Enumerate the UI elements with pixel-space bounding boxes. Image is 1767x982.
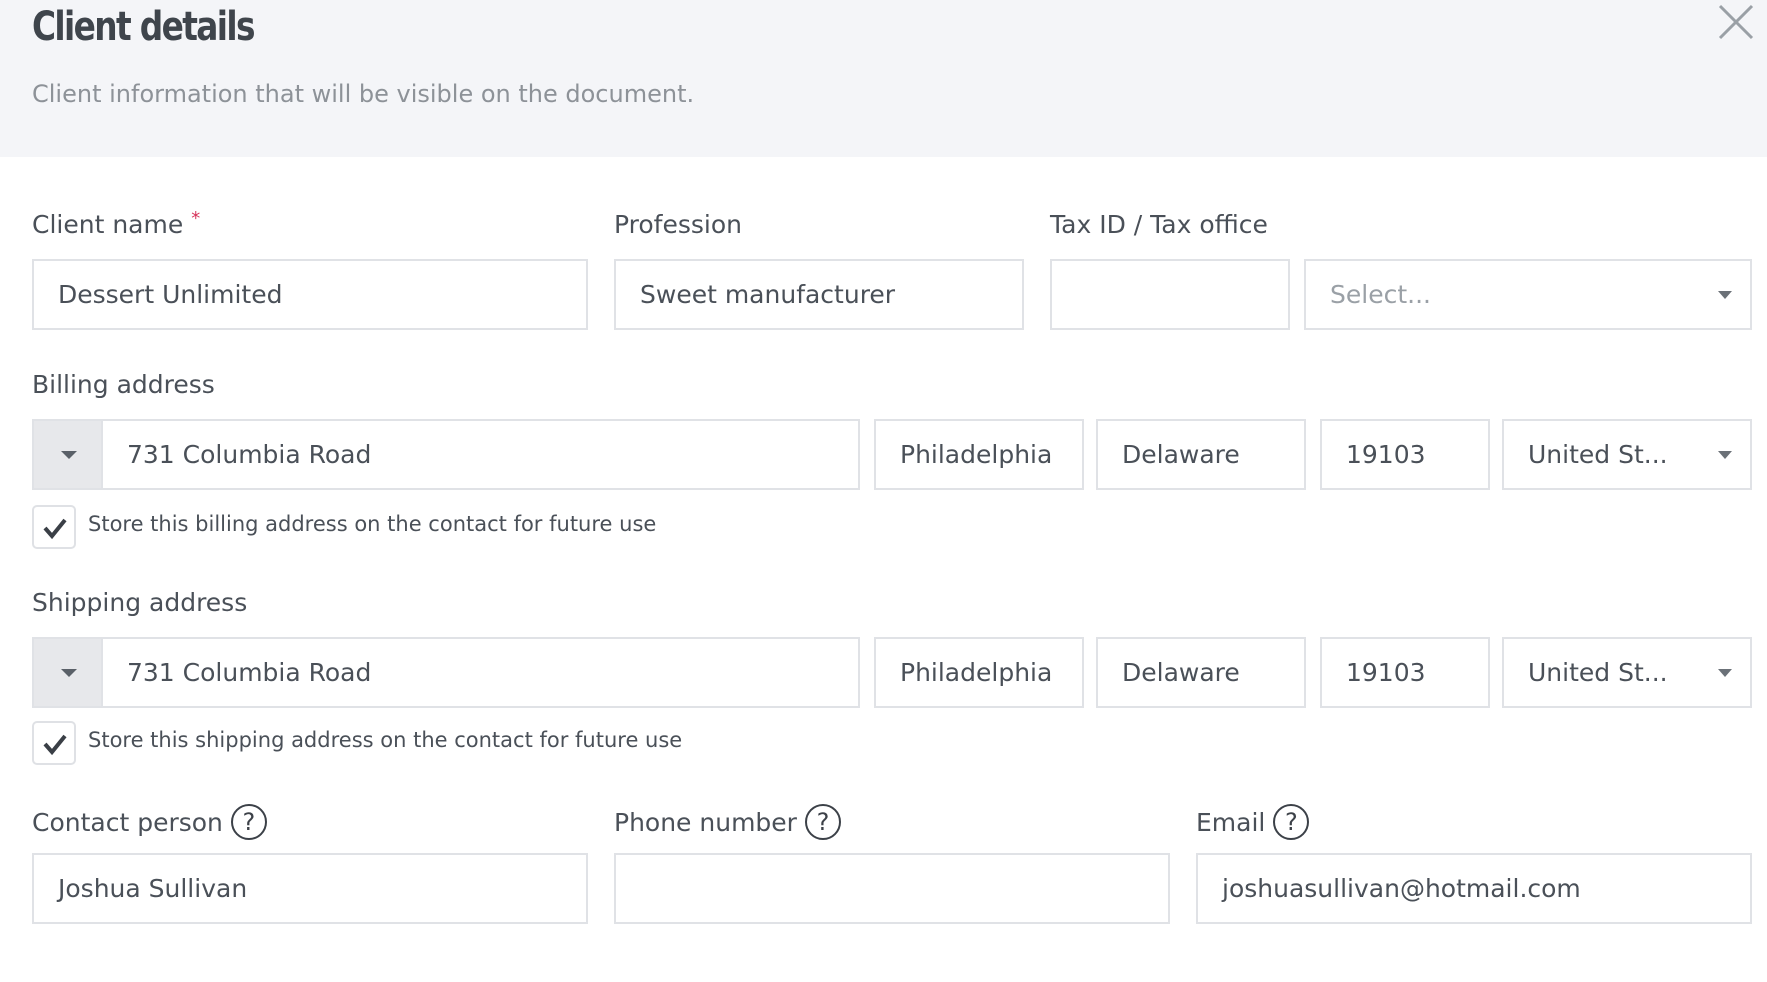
billing-address-dropdown-button[interactable] bbox=[32, 419, 101, 490]
store-shipping-checkbox[interactable] bbox=[32, 721, 76, 765]
profession-label: Profession bbox=[614, 210, 742, 239]
chevron-down-icon bbox=[61, 451, 77, 459]
billing-country-select[interactable]: United St... bbox=[1502, 419, 1752, 490]
page-subtitle: Client information that will be visible … bbox=[32, 80, 695, 108]
client-name-input[interactable]: Dessert Unlimited bbox=[32, 259, 588, 330]
tax-id-input[interactable] bbox=[1050, 259, 1290, 330]
shipping-country-select[interactable]: United St... bbox=[1502, 637, 1752, 708]
required-mark: * bbox=[191, 208, 201, 229]
client-name-label: Client name * bbox=[32, 208, 201, 239]
billing-street-input[interactable]: 731 Columbia Road bbox=[101, 419, 860, 490]
shipping-state-input[interactable]: Delaware bbox=[1096, 637, 1306, 708]
billing-city-input[interactable]: Philadelphia bbox=[874, 419, 1084, 490]
question-circle-icon[interactable]: ? bbox=[230, 804, 267, 840]
close-button[interactable] bbox=[1714, 0, 1758, 44]
tax-label: Tax ID / Tax office bbox=[1050, 210, 1268, 239]
store-billing-label: Store this billing address on the contac… bbox=[88, 512, 657, 536]
shipping-address-dropdown-button[interactable] bbox=[32, 637, 101, 708]
contact-person-label: Contact person ? bbox=[32, 804, 267, 840]
contact-person-input[interactable]: Joshua Sullivan bbox=[32, 853, 588, 924]
phone-number-input[interactable] bbox=[614, 853, 1170, 924]
chevron-down-icon bbox=[1718, 451, 1732, 459]
close-icon bbox=[1718, 4, 1754, 40]
tax-office-select[interactable]: Select... bbox=[1304, 259, 1752, 330]
shipping-zip-input[interactable]: 19103 bbox=[1320, 637, 1490, 708]
dialog-header: Client details Client information that w… bbox=[0, 0, 1767, 157]
chevron-down-icon bbox=[1718, 291, 1732, 299]
tax-office-placeholder: Select... bbox=[1330, 280, 1431, 309]
billing-zip-input[interactable]: 19103 bbox=[1320, 419, 1490, 490]
shipping-city-input[interactable]: Philadelphia bbox=[874, 637, 1084, 708]
email-input[interactable]: joshuasullivan@hotmail.com bbox=[1196, 853, 1752, 924]
phone-number-label: Phone number ? bbox=[614, 804, 841, 840]
checkmark-icon bbox=[43, 734, 67, 756]
billing-state-input[interactable]: Delaware bbox=[1096, 419, 1306, 490]
checkmark-icon bbox=[43, 518, 67, 540]
page-title: Client details bbox=[32, 4, 255, 50]
chevron-down-icon bbox=[61, 669, 77, 677]
email-label: Email ? bbox=[1196, 804, 1310, 840]
chevron-down-icon bbox=[1718, 669, 1732, 677]
shipping-street-input[interactable]: 731 Columbia Road bbox=[101, 637, 860, 708]
shipping-address-label: Shipping address bbox=[32, 588, 248, 617]
billing-country-value: United St... bbox=[1528, 440, 1668, 469]
profession-input[interactable]: Sweet manufacturer bbox=[614, 259, 1024, 330]
question-circle-icon[interactable]: ? bbox=[1273, 804, 1310, 840]
shipping-country-value: United St... bbox=[1528, 658, 1668, 687]
store-billing-checkbox[interactable] bbox=[32, 505, 76, 549]
store-shipping-label: Store this shipping address on the conta… bbox=[88, 728, 683, 752]
question-circle-icon[interactable]: ? bbox=[804, 804, 841, 840]
billing-address-label: Billing address bbox=[32, 370, 215, 399]
